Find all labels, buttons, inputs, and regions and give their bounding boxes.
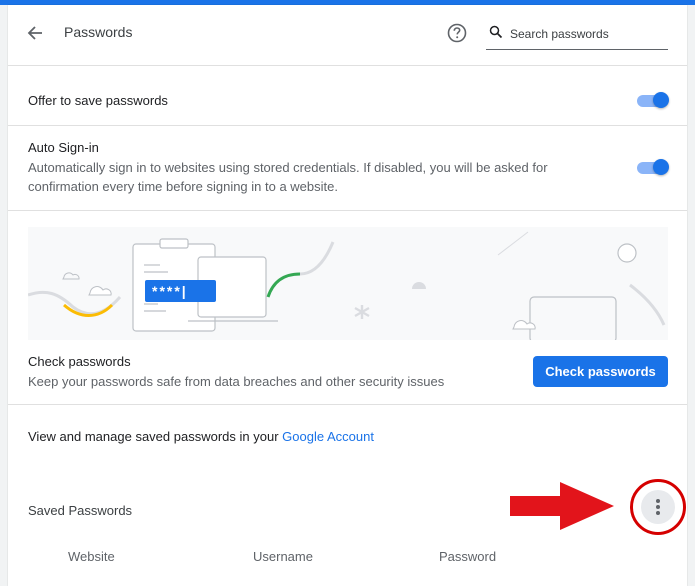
search-box xyxy=(486,19,670,50)
back-button[interactable] xyxy=(24,22,46,44)
divider xyxy=(8,210,687,211)
auto-signin-toggle[interactable] xyxy=(637,159,669,175)
divider xyxy=(8,125,687,126)
annotation-arrow-icon xyxy=(510,482,614,530)
column-header-username: Username xyxy=(253,549,313,564)
auto-signin-description: Automatically sign in to websites using … xyxy=(28,160,548,194)
google-account-text: View and manage saved passwords in your … xyxy=(28,429,374,444)
search-icon xyxy=(489,25,503,39)
masked-password-text: ****| xyxy=(152,283,188,299)
illustration-graphic: ****| xyxy=(28,231,666,340)
arrow-back-icon xyxy=(27,26,42,40)
help-icon xyxy=(447,23,467,43)
google-account-prefix: View and manage saved passwords in your xyxy=(28,429,283,444)
search-input[interactable] xyxy=(508,23,670,45)
check-passwords-description: Keep your passwords safe from data breac… xyxy=(28,374,445,389)
toggle-knob xyxy=(653,159,669,175)
offer-save-label: Offer to save passwords xyxy=(28,93,168,108)
google-account-link[interactable]: Google Account xyxy=(282,429,374,444)
saved-passwords-title: Saved Passwords xyxy=(28,503,133,518)
column-header-website: Website xyxy=(68,549,115,564)
column-header-password: Password xyxy=(439,549,497,564)
toggle-knob xyxy=(653,92,669,108)
annotation-circle xyxy=(630,479,686,535)
divider xyxy=(8,404,687,405)
offer-save-toggle[interactable] xyxy=(637,92,669,108)
check-passwords-title: Check passwords xyxy=(28,354,131,369)
divider xyxy=(8,65,687,66)
auto-signin-label: Auto Sign-in xyxy=(28,140,99,155)
check-passwords-button[interactable]: Check passwords xyxy=(533,356,668,387)
page-header: Passwords xyxy=(8,5,687,65)
help-button[interactable] xyxy=(446,22,468,44)
check-passwords-illustration: ****| xyxy=(28,227,668,340)
page-title: Passwords xyxy=(64,24,133,40)
passwords-page: Passwords Offer to save passwords Auto S… xyxy=(8,5,687,586)
